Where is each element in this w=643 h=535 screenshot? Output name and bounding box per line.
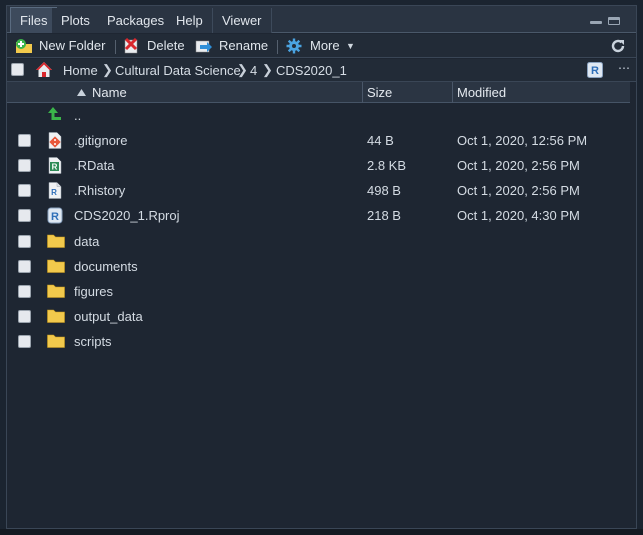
column-header-name[interactable]: Name [92,82,127,103]
minimize-pane-icon[interactable] [589,16,603,26]
table-row[interactable]: R .Rhistory 498 B Oct 1, 2020, 2:56 PM [7,178,636,203]
row-checkbox[interactable] [18,134,31,147]
rhistory-file-icon: R [48,182,62,199]
file-list: .. .gitignore 44 B Oct 1, 2020, 12:56 PM… [7,103,636,433]
file-modified: Oct 1, 2020, 4:30 PM [457,208,580,223]
more-options-icon[interactable]: ⋯ [618,61,631,75]
chevron-right-icon: ❯ [262,62,273,77]
more-button[interactable]: More ▼ [286,37,356,55]
new-folder-icon [16,39,32,53]
gear-icon [286,38,302,54]
folder-name[interactable]: output_data [74,309,143,324]
column-divider[interactable] [452,82,453,103]
breadcrumb-item[interactable]: 4 [250,63,257,78]
folder-icon [47,284,65,298]
breadcrumb: Home ❯ Cultural Data Science ❯ 4 ❯ CDS20… [7,59,636,82]
sort-ascending-icon [77,89,86,96]
folder-icon [47,234,65,248]
home-icon[interactable] [35,61,53,78]
new-folder-button[interactable]: New Folder [15,37,107,55]
go-up-arrow-icon [48,107,61,120]
row-checkbox[interactable] [18,209,31,222]
file-table-header: Name Size Modified [7,82,636,103]
row-checkbox[interactable] [18,159,31,172]
file-name[interactable]: .gitignore [74,133,127,148]
vertical-scrollbar[interactable] [630,82,636,522]
delete-label: Delete [147,38,185,53]
r-project-icon[interactable]: R [587,62,603,78]
svg-text:R: R [591,65,599,77]
rdata-file-icon: R [48,157,62,174]
maximize-pane-icon[interactable] [607,16,621,26]
row-checkbox[interactable] [18,310,31,323]
toolbar-divider [115,40,116,54]
table-row[interactable]: .gitignore 44 B Oct 1, 2020, 12:56 PM [7,128,636,153]
breadcrumb-home[interactable]: Home [63,63,98,78]
table-row[interactable]: scripts [7,329,636,354]
row-checkbox[interactable] [18,184,31,197]
files-toolbar: New Folder Delete Rename More ▼ [7,34,636,58]
chevron-right-icon: ❯ [237,62,248,77]
table-row[interactable]: documents [7,254,636,279]
file-size: 218 B [367,208,401,223]
breadcrumb-item[interactable]: Cultural Data Science [115,63,241,78]
tab-packages[interactable]: Packages [98,8,175,33]
chevron-right-icon: ❯ [102,62,113,77]
rename-label: Rename [219,38,269,53]
table-row[interactable]: output_data [7,304,636,329]
parent-directory-row[interactable]: .. [7,103,636,128]
file-name[interactable]: .Rhistory [74,183,125,198]
parent-directory-label: .. [74,108,82,123]
git-file-icon [48,132,62,149]
file-modified: Oct 1, 2020, 12:56 PM [457,133,588,148]
rproj-file-icon: R [47,207,63,224]
file-modified: Oct 1, 2020, 2:56 PM [457,158,580,173]
tab-files[interactable]: Files [10,7,58,33]
refresh-icon[interactable] [610,38,626,54]
svg-text:R: R [52,163,58,172]
column-header-size[interactable]: Size [367,82,392,103]
folder-icon [47,259,65,273]
svg-text:R: R [51,188,57,197]
rename-icon [195,40,212,53]
more-label: More [310,38,340,53]
tab-help[interactable]: Help [167,8,213,33]
rename-button[interactable]: Rename [195,37,269,55]
row-checkbox[interactable] [18,260,31,273]
svg-text:R: R [51,211,59,223]
folder-icon [47,309,65,323]
file-size: 2.8 KB [367,158,407,173]
folder-name[interactable]: documents [74,259,138,274]
table-row[interactable]: data [7,229,636,254]
new-folder-label: New Folder [39,38,106,53]
select-all-checkbox[interactable] [11,63,24,76]
tab-viewer[interactable]: Viewer [213,8,272,33]
breadcrumb-current[interactable]: CDS2020_1 [276,63,347,78]
column-header-modified[interactable]: Modified [457,82,506,103]
pane-tabbar: Files Plots Packages Help Viewer [7,6,636,33]
toolbar-divider [277,40,278,54]
dropdown-caret-icon: ▼ [346,41,355,51]
table-row[interactable]: R CDS2020_1.Rproj 218 B Oct 1, 2020, 4:3… [7,203,636,228]
tab-plots[interactable]: Plots [52,8,100,33]
row-checkbox[interactable] [18,235,31,248]
table-row[interactable]: figures [7,279,636,304]
file-name[interactable]: .RData [74,158,114,173]
folder-icon [47,334,65,348]
pane-splitter[interactable] [0,529,643,535]
delete-button[interactable]: Delete [123,37,191,55]
folder-name[interactable]: figures [74,284,113,299]
file-size: 498 B [367,183,401,198]
folder-name[interactable]: data [74,234,99,249]
row-checkbox[interactable] [18,335,31,348]
file-modified: Oct 1, 2020, 2:56 PM [457,183,580,198]
file-name[interactable]: CDS2020_1.Rproj [74,208,180,223]
folder-name[interactable]: scripts [74,334,112,349]
column-divider[interactable] [362,82,363,103]
files-pane: Files Plots Packages Help Viewer New Fol… [6,5,637,529]
delete-icon [124,38,138,54]
row-checkbox[interactable] [18,285,31,298]
file-size: 44 B [367,133,394,148]
table-row[interactable]: R .RData 2.8 KB Oct 1, 2020, 2:56 PM [7,153,636,178]
